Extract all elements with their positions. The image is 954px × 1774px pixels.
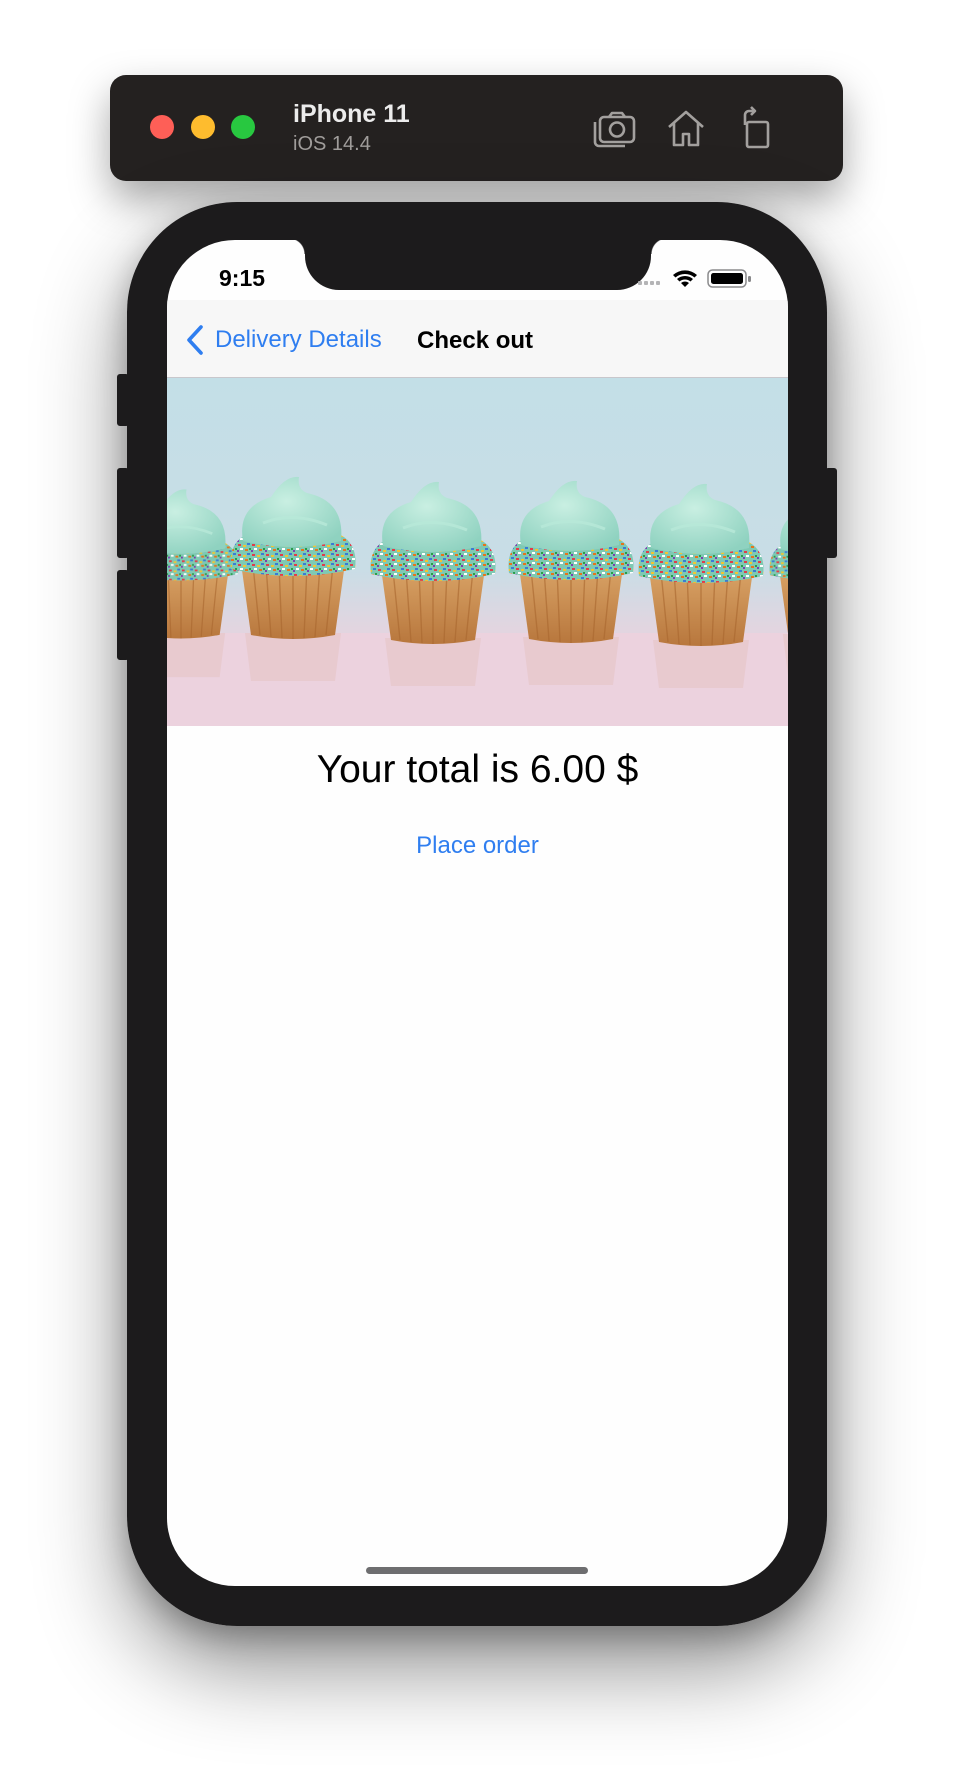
close-window-button[interactable] [150,115,174,139]
phone-screen: 9:15 Delivery Details Check out Your tot… [167,240,788,1586]
os-version: iOS 14.4 [293,133,371,155]
screenshot-icon[interactable] [591,105,637,151]
order-total: Your total is 6.00 $ [316,748,639,791]
wifi-icon [673,270,697,287]
battery-icon [707,269,751,288]
rotate-icon[interactable] [734,105,780,151]
navigation-bar: Delivery Details Check out [167,300,788,378]
back-button[interactable]: Delivery Details [185,324,382,356]
cupcakes-image [167,378,788,726]
device-name: iPhone 11 [293,100,410,128]
home-indicator[interactable] [366,1567,588,1574]
zoom-window-button[interactable] [231,115,255,139]
chevron-left-icon [187,325,203,355]
notch [289,240,667,290]
nav-title: Check out [417,327,534,354]
minimize-window-button[interactable] [191,115,215,139]
simulator-toolbar: iPhone 11 iOS 14.4 [110,75,843,181]
status-time: 9:15 [219,265,266,291]
cellular-icon [638,281,660,285]
back-button-label: Delivery Details [215,326,382,353]
place-order-button[interactable]: Place order [167,832,788,860]
status-icons [632,266,762,288]
home-icon[interactable] [663,105,709,151]
